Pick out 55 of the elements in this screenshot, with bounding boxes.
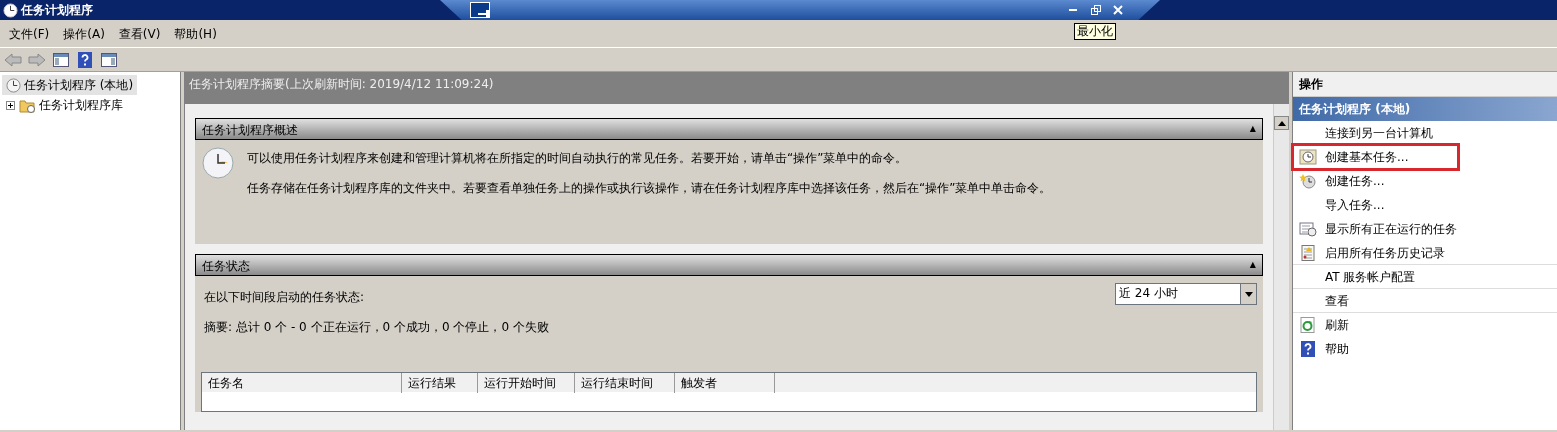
menu-item[interactable]: 查看(V) bbox=[113, 20, 166, 47]
pin-button[interactable] bbox=[470, 2, 490, 18]
action-item[interactable]: AT 服务帐户配置 bbox=[1293, 265, 1557, 289]
action-item[interactable]: 导入任务... bbox=[1293, 193, 1557, 217]
scrollbar[interactable] bbox=[1273, 104, 1289, 430]
window-title: 任务计划程序 bbox=[21, 2, 93, 19]
list-clock-icon bbox=[1299, 221, 1317, 237]
action-item[interactable]: 刷新 bbox=[1293, 313, 1557, 337]
paragraph: 可以使用任务计划程序来创建和管理计算机将在所指定的时间自动执行的常见任务。若要开始，请单击“操作”菜单中的命令。 bbox=[247, 150, 909, 167]
star-clock-icon bbox=[1299, 173, 1317, 189]
action-item[interactable]: 帮助 bbox=[1293, 337, 1557, 361]
column-header[interactable]: 运行结束时间 bbox=[575, 373, 675, 393]
collapse-button[interactable]: ▲ bbox=[1249, 121, 1256, 137]
tree-item[interactable]: 任务计划程序 (本地) bbox=[2, 75, 138, 95]
action-item[interactable]: 创建基本任务... bbox=[1293, 145, 1458, 169]
expand-icon[interactable] bbox=[6, 100, 15, 110]
pin-icon bbox=[477, 8, 491, 19]
action-item[interactable]: 启用所有任务历史记录 bbox=[1293, 241, 1557, 265]
folder-icon bbox=[19, 97, 36, 113]
clock-icon bbox=[6, 77, 21, 93]
clock-icon bbox=[201, 146, 235, 180]
restore-icon bbox=[1091, 4, 1101, 15]
column-header[interactable]: 任务名 bbox=[202, 373, 402, 393]
time-range-dropdown[interactable]: 近 24 小时 bbox=[1115, 283, 1257, 305]
minimize-icon bbox=[1069, 9, 1077, 11]
section-title: 任务计划程序概述 bbox=[202, 122, 298, 137]
tree-item[interactable]: 任务计划程序库 bbox=[15, 95, 127, 115]
document-icon bbox=[1299, 244, 1317, 261]
actions-pane-title: 操作 bbox=[1293, 72, 1557, 97]
action-item[interactable]: 查看 bbox=[1293, 289, 1557, 313]
column-header[interactable]: 运行结果 bbox=[402, 373, 478, 393]
column-header[interactable]: 运行开始时间 bbox=[478, 373, 575, 393]
menu-item[interactable]: 帮助(H) bbox=[169, 20, 222, 47]
scroll-up-icon[interactable] bbox=[1274, 116, 1289, 130]
status-summary: 摘要: 总计 0 个 - 0 个正在运行，0 个成功，0 个停止，0 个失败 bbox=[204, 319, 550, 336]
dropdown-value: 近 24 小时 bbox=[1118, 285, 1179, 302]
clock-icon bbox=[3, 2, 18, 18]
clock-icon bbox=[1299, 149, 1317, 165]
action-item[interactable]: 连接到另一台计算机 bbox=[1293, 121, 1557, 145]
help-button[interactable] bbox=[75, 49, 95, 70]
action-item[interactable]: 创建任务... bbox=[1293, 169, 1557, 193]
menu-item[interactable]: 操作(A) bbox=[58, 20, 110, 47]
close-icon bbox=[1113, 4, 1123, 15]
refresh-icon bbox=[1299, 317, 1317, 333]
actions-group-header: 任务计划程序 (本地) bbox=[1293, 97, 1557, 121]
tooltip: 最小化 bbox=[1074, 23, 1116, 40]
action-item[interactable]: 显示所有正在运行的任务 bbox=[1293, 217, 1557, 241]
column-header[interactable]: 触发者 bbox=[675, 373, 775, 393]
status-label: 在以下时间段启动的任务状态: bbox=[204, 289, 365, 306]
help-icon bbox=[1299, 341, 1317, 357]
pane-header: 任务计划程序摘要(上次刷新时间: 2019/4/12 11:09:24) bbox=[185, 72, 1289, 104]
menu-item[interactable]: 文件(F) bbox=[4, 20, 55, 47]
collapse-button[interactable]: ▲ bbox=[1249, 257, 1256, 273]
paragraph: 任务存储在任务计划程序库的文件夹中。若要查看单独任务上的操作或执行该操作，请在任务计划程序库中选择该任务，然后在“操作”菜单中单击命令。 bbox=[247, 180, 1052, 197]
section-title: 任务状态 bbox=[202, 258, 250, 273]
